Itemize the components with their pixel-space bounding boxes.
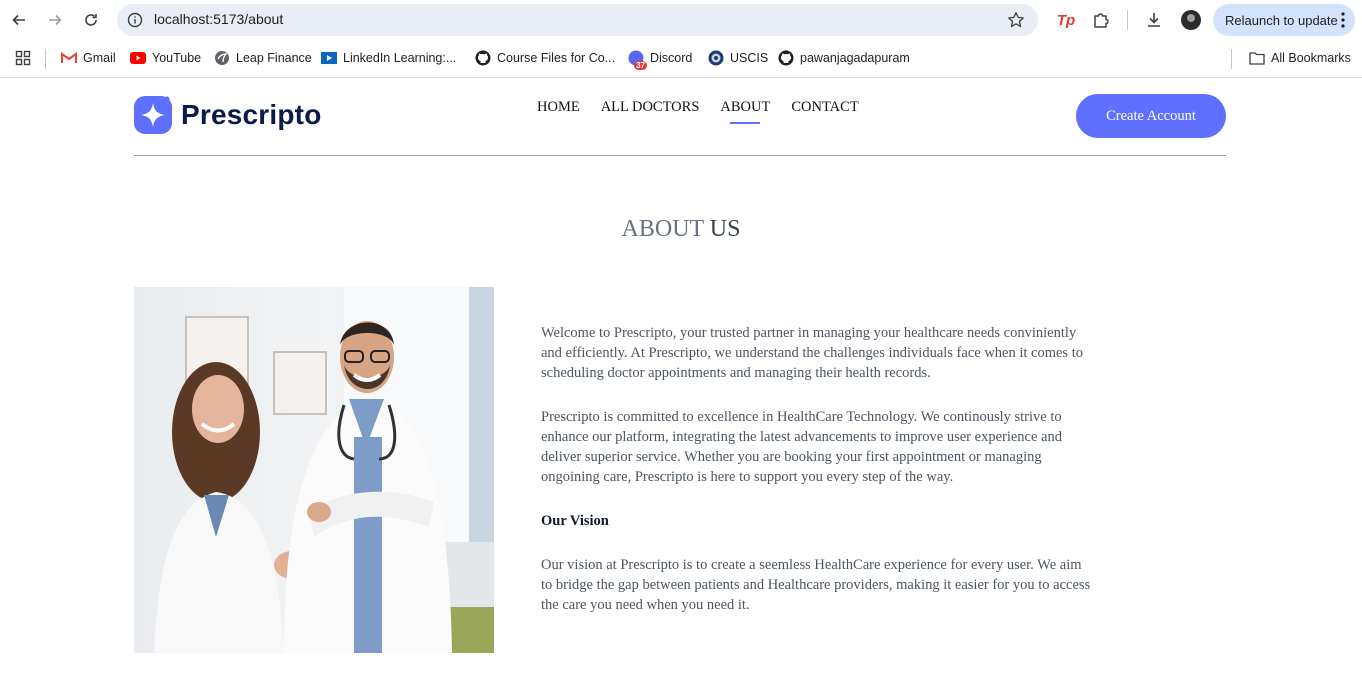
- download-icon[interactable]: [1143, 9, 1165, 31]
- bookmark-label: Discord: [650, 51, 693, 65]
- back-arrow-icon[interactable]: [7, 8, 31, 32]
- apps-grid-icon[interactable]: [15, 49, 31, 67]
- discord-icon: 37: [628, 50, 647, 70]
- bookmark-star-icon[interactable]: [1007, 11, 1025, 29]
- title-light: ABOUT: [621, 216, 704, 242]
- bookmark-course-files[interactable]: Course Files for Co...: [475, 49, 615, 67]
- extensions-puzzle-icon[interactable]: [1090, 9, 1112, 31]
- all-bookmarks-label: All Bookmarks: [1271, 51, 1351, 65]
- leap-finance-icon: [214, 50, 230, 66]
- nav-home[interactable]: HOME: [537, 99, 580, 124]
- folder-icon: [1249, 50, 1265, 66]
- forward-arrow-icon[interactable]: [43, 8, 67, 32]
- logo-mark-icon: [134, 96, 172, 134]
- youtube-icon: [130, 50, 146, 66]
- bookmark-leap-finance[interactable]: Leap Finance: [214, 49, 312, 67]
- github-icon: [778, 50, 794, 66]
- bookmarks-divider: [1231, 49, 1232, 69]
- relaunch-button[interactable]: Relaunch to update: [1213, 4, 1355, 36]
- create-account-button[interactable]: Create Account: [1076, 94, 1226, 138]
- bookmark-label: Course Files for Co...: [497, 51, 616, 65]
- about-text: Welcome to Prescripto, your trusted part…: [541, 323, 1091, 639]
- bookmark-gmail[interactable]: Gmail: [61, 49, 116, 67]
- url-text[interactable]: localhost:5173/about: [154, 11, 283, 27]
- intro-paragraph: Welcome to Prescripto, your trusted part…: [541, 325, 1083, 381]
- uscis-icon: [708, 50, 724, 66]
- bookmark-label: USCIS: [730, 51, 769, 65]
- bookmark-label: pawanjagadapuram: [800, 51, 910, 65]
- nav-all-doctors[interactable]: ALL DOCTORS: [601, 99, 700, 124]
- logo-text: Prescripto: [181, 99, 322, 130]
- address-bar[interactable]: localhost:5173/about: [117, 4, 1038, 36]
- title-strong: US: [709, 216, 741, 242]
- bookmarks-bar: Gmail YouTube Leap Finance LinkedIn Lear…: [0, 40, 1362, 78]
- commitment-paragraph: Prescripto is committed to excellence in…: [541, 409, 1062, 485]
- browser-toolbar: localhost:5173/about Tp Relaunch to upda…: [0, 0, 1362, 40]
- vision-heading: Our Vision: [541, 513, 609, 529]
- all-bookmarks-button[interactable]: All Bookmarks: [1249, 49, 1351, 67]
- vision-paragraph: Our vision at Prescripto is to create a …: [541, 557, 1091, 613]
- github-icon: [475, 50, 491, 66]
- site-header: Prescripto HOME ALL DOCTORS ABOUT CONTAC…: [134, 78, 1226, 156]
- page-title: ABOUT US: [0, 216, 1362, 243]
- nav-about[interactable]: ABOUT: [720, 99, 770, 124]
- bookmark-youtube[interactable]: YouTube: [130, 49, 201, 67]
- bookmark-discord[interactable]: 37 Discord: [628, 49, 693, 70]
- bookmark-linkedin-learning[interactable]: LinkedIn Learning:...: [321, 49, 456, 67]
- reload-icon[interactable]: [79, 8, 103, 32]
- relaunch-label: Relaunch to update: [1225, 12, 1338, 28]
- bookmark-pawanjagadapuram[interactable]: pawanjagadapuram: [778, 49, 910, 67]
- bookmark-label: LinkedIn Learning:...: [343, 51, 457, 65]
- bookmark-label: YouTube: [152, 51, 202, 65]
- main-menu: HOME ALL DOCTORS ABOUT CONTACT: [537, 99, 859, 124]
- linkedin-learning-icon: [321, 50, 337, 66]
- tp-extension-icon[interactable]: Tp: [1055, 9, 1077, 31]
- discord-badge: 37: [634, 61, 647, 70]
- site-info-icon[interactable]: [127, 12, 143, 28]
- nav-contact[interactable]: CONTACT: [791, 99, 858, 124]
- bookmark-label: Leap Finance: [236, 51, 312, 65]
- gmail-icon: [61, 50, 77, 66]
- doctors-photo: [134, 287, 494, 653]
- bookmark-uscis[interactable]: USCIS: [708, 49, 768, 67]
- toolbar-divider: [1127, 10, 1128, 30]
- profile-avatar[interactable]: [1181, 10, 1201, 30]
- more-options-icon[interactable]: [1341, 12, 1345, 28]
- bookmarks-divider: [45, 49, 46, 69]
- prescripto-logo[interactable]: Prescripto: [134, 96, 322, 134]
- tp-extension-label: Tp: [1056, 11, 1076, 29]
- bookmark-label: Gmail: [83, 51, 116, 65]
